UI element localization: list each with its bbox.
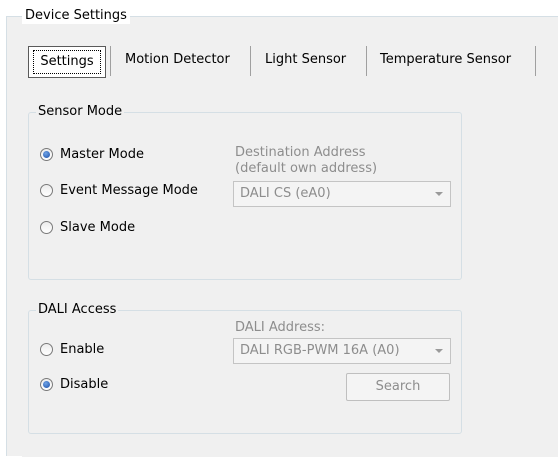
tab-light-sensor[interactable]: Light Sensor xyxy=(253,46,358,76)
device-settings-title: Device Settings xyxy=(22,8,130,24)
tab-separator xyxy=(535,46,536,76)
radio-enable-label: Enable xyxy=(60,342,105,357)
radio-unchecked-icon[interactable] xyxy=(40,343,53,356)
destination-address-hint: (default own address) xyxy=(235,161,378,176)
tab-motion-detector[interactable]: Motion Detector xyxy=(113,46,242,76)
chevron-down-icon xyxy=(435,349,443,353)
chevron-down-icon xyxy=(435,192,443,196)
radio-unchecked-icon[interactable] xyxy=(40,184,53,197)
radio-slave-mode[interactable]: Slave Mode xyxy=(40,220,135,235)
tab-settings[interactable]: Settings xyxy=(28,46,106,78)
destination-address-label: Destination Address xyxy=(235,145,366,160)
tab-separator xyxy=(366,46,367,76)
radio-enable[interactable]: Enable xyxy=(40,342,104,357)
radio-unchecked-icon[interactable] xyxy=(40,221,53,234)
radio-master-mode[interactable]: Master Mode xyxy=(40,147,144,162)
radio-event-message-mode[interactable]: Event Message Mode xyxy=(40,183,198,198)
search-button[interactable]: Search xyxy=(346,373,450,401)
radio-event-message-mode-label: Event Message Mode xyxy=(60,183,198,198)
sensor-mode-title: Sensor Mode xyxy=(36,104,125,120)
radio-checked-icon[interactable] xyxy=(40,148,53,161)
tab-separator xyxy=(250,46,251,76)
radio-master-mode-label: Master Mode xyxy=(60,147,144,162)
radio-slave-mode-label: Slave Mode xyxy=(60,220,136,235)
destination-address-value: DALI CS (eA0) xyxy=(240,186,331,201)
radio-disable[interactable]: Disable xyxy=(40,377,108,392)
tab-separator xyxy=(110,46,111,76)
dali-address-select[interactable]: DALI RGB-PWM 16A (A0) xyxy=(233,338,451,364)
dali-access-title: DALI Access xyxy=(36,302,119,318)
tab-settings-label: Settings xyxy=(33,50,101,74)
radio-disable-label: Disable xyxy=(60,377,109,392)
dali-address-value: DALI RGB-PWM 16A (A0) xyxy=(240,343,400,358)
dali-address-label: DALI Address: xyxy=(235,320,326,335)
radio-checked-icon[interactable] xyxy=(40,378,53,391)
destination-address-select[interactable]: DALI CS (eA0) xyxy=(233,181,451,207)
tab-temperature-sensor[interactable]: Temperature Sensor xyxy=(368,46,523,76)
